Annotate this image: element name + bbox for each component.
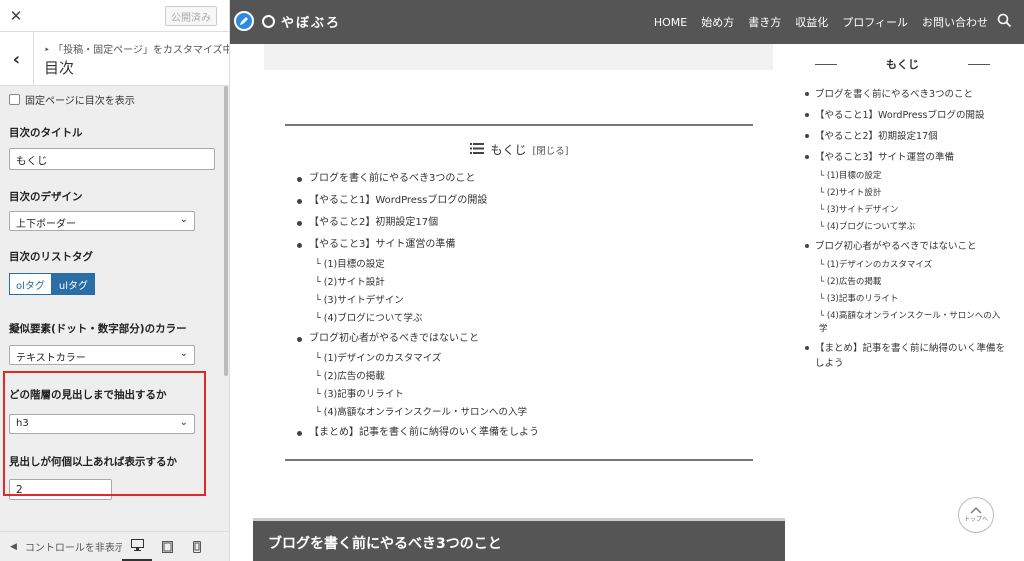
toc-subitem[interactable]: └ (4)ブログについて学ぶ	[315, 310, 539, 328]
toc-subitem[interactable]: └ (3)サイトデザイン	[315, 292, 539, 310]
site-header: やぼぶろ HOME 始め方 書き方 収益化 プロフィール お問い合わせ	[230, 0, 1024, 44]
sidebar-toc-item[interactable]: ブログ初心者がやるべきではないこと └ (1)デザインのカスタマイズ └ (2)…	[805, 236, 1007, 338]
sidebar-toc-item[interactable]: 【やること2】初期設定17個	[805, 126, 1007, 147]
toc-item[interactable]: 【やること1】WordPressブログの開設	[297, 190, 539, 212]
toc-design-label: 目次のデザイン	[9, 191, 83, 203]
toc-subitem[interactable]: └ (2)広告の掲載	[315, 368, 539, 386]
toc-title-label: 目次のタイトル	[9, 127, 83, 139]
show-on-pages-row[interactable]: 固定ページに目次を表示	[9, 89, 215, 109]
nav-writing[interactable]: 書き方	[748, 14, 781, 30]
customizer-top-bar: ✕ 公開済み	[0, 0, 229, 32]
ol-tag-button[interactable]: olタグ	[9, 273, 52, 295]
toc-item[interactable]: 【やること3】サイト運営の準備 └ (1)目標の設定 └ (2)サイト設計 └ …	[297, 234, 539, 328]
sidebar-toc-list: ブログを書く前にやるべき3つのこと 【やること1】WordPressブログの開設…	[805, 84, 1007, 374]
sidebar-toc-item[interactable]: 【まとめ】記事を書く前に納得のいく準備をしよう	[805, 338, 1007, 374]
logo-mark-icon	[262, 15, 275, 28]
toc-subitem[interactable]: └ (1)目標の設定	[315, 256, 539, 274]
site-logo[interactable]: やぼぶろ	[262, 12, 341, 31]
customizer-panel: ✕ 公開済み ‹ ‣ 「投稿・固定ページ」をカスタマイズ中 目次 固定ページに目…	[0, 0, 230, 561]
nav-monetization[interactable]: 収益化	[795, 14, 828, 30]
highlight-box	[3, 371, 206, 496]
panel-scrollbar[interactable]	[224, 86, 228, 376]
customizer-footer: ◀ コントロールを非表示	[0, 531, 229, 561]
sidebar-toc-sublist: └ (1)デザインのカスタマイズ └ (2)広告の掲載 └ (3)記事のリライト…	[815, 257, 1007, 338]
sidebar-toc-item[interactable]: 【やること3】サイト運営の準備 └ (1)目標の設定 └ (2)サイト設計 └ …	[805, 147, 1007, 236]
sidebar-toc-subitem[interactable]: └ (2)広告の掲載	[819, 274, 1007, 291]
section-header: ‹ ‣ 「投稿・固定ページ」をカスタマイズ中 目次	[0, 32, 229, 86]
hide-controls-button[interactable]: ◀ コントロールを非表示	[0, 539, 122, 555]
sidebar-toc-title: もくじ	[886, 58, 919, 71]
list-tag-toggle: olタグ ulタグ	[9, 273, 215, 295]
toc-subitem[interactable]: └ (3)記事のリライト	[315, 386, 539, 404]
sidebar-toc-subitem[interactable]: └ (2)サイト設計	[819, 185, 1007, 202]
chevron-down-icon: ⌄	[179, 348, 188, 359]
toc-header: もくじ [閉じる]	[285, 141, 753, 158]
show-on-pages-checkbox[interactable]	[9, 93, 20, 105]
pseudo-color-value: テキストカラー	[16, 353, 86, 364]
divider	[968, 63, 990, 65]
toc-subitem[interactable]: └ (2)サイト設計	[315, 274, 539, 292]
sidebar-toc-subitem[interactable]: └ (3)記事のリライト	[819, 291, 1007, 308]
close-icon[interactable]: ✕	[0, 0, 32, 32]
list-tag-label: 目次のリストタグ	[9, 251, 93, 263]
list-icon	[469, 142, 484, 157]
chevron-up-icon	[970, 507, 982, 514]
toc-sublist: └ (1)デザインのカスタマイズ └ (2)広告の掲載 └ (3)記事のリライト…	[309, 350, 539, 422]
ul-tag-button[interactable]: ulタグ	[51, 273, 96, 295]
sidebar-toc-subitem[interactable]: └ (1)デザインのカスタマイズ	[819, 257, 1007, 274]
nav-profile[interactable]: プロフィール	[842, 14, 908, 30]
show-on-pages-label: 固定ページに目次を表示	[25, 95, 135, 107]
toc-title-input[interactable]: もくじ	[9, 148, 215, 170]
pseudo-color-select[interactable]: テキストカラー ⌄	[9, 345, 195, 365]
sidebar-toc-subitem[interactable]: └ (3)サイトデザイン	[819, 202, 1007, 219]
edit-pencil-icon[interactable]	[234, 11, 254, 31]
toc-design-value: 上下ボーダー	[16, 219, 76, 230]
nav-contact[interactable]: お問い合わせ	[922, 14, 988, 30]
main-nav: HOME 始め方 書き方 収益化 プロフィール お問い合わせ	[640, 0, 988, 44]
sidebar-toc-sublist: └ (1)目標の設定 └ (2)サイト設計 └ (3)サイトデザイン └ (4)…	[815, 168, 1007, 236]
chevron-down-icon: ⌄	[179, 214, 188, 225]
collapse-icon: ◀	[10, 541, 17, 552]
breadcrumb: ‣ 「投稿・固定ページ」をカスタマイズ中	[44, 41, 230, 56]
desktop-preview-icon[interactable]	[122, 532, 152, 561]
nav-getting-started[interactable]: 始め方	[701, 14, 734, 30]
divider	[815, 63, 837, 65]
hide-controls-label: コントロールを非表示	[24, 543, 122, 554]
sidebar-toc-item[interactable]: ブログを書く前にやるべき3つのこと	[805, 84, 1007, 105]
sidebar-toc-header: もくじ	[815, 56, 990, 72]
toc-item[interactable]: ブログ初心者がやるべきではないこと └ (1)デザインのカスタマイズ └ (2)…	[297, 328, 539, 422]
sidebar-toc-subitem[interactable]: └ (4)高額なオンラインスクール・サロンへの入学	[819, 308, 1007, 338]
pseudo-color-label: 擬似要素(ドット・数字部分)のカラー	[9, 323, 187, 335]
sidebar-toc-item[interactable]: 【やること1】WordPressブログの開設	[805, 105, 1007, 126]
toc-item[interactable]: ブログを書く前にやるべき3つのこと	[297, 168, 539, 190]
toc-list: ブログを書く前にやるべき3つのこと 【やること1】WordPressブログの開設…	[297, 168, 539, 444]
toc-item[interactable]: 【まとめ】記事を書く前に納得のいく準備をしよう	[297, 422, 539, 444]
toc-close-link[interactable]: [閉じる]	[533, 143, 569, 157]
back-chevron-icon[interactable]: ‹	[0, 32, 34, 86]
back-to-top-button[interactable]: トップへ	[958, 497, 994, 533]
toc-bottom-border	[285, 459, 753, 461]
toc-sublist: └ (1)目標の設定 └ (2)サイト設計 └ (3)サイトデザイン └ (4)…	[309, 256, 539, 328]
sidebar-toc-subitem[interactable]: └ (4)ブログについて学ぶ	[819, 219, 1007, 236]
toc-title: もくじ	[490, 143, 527, 157]
toc-subitem[interactable]: └ (1)デザインのカスタマイズ	[315, 350, 539, 368]
toc-subitem[interactable]: └ (4)高額なオンラインスクール・サロンへの入学	[315, 404, 539, 422]
section-heading: ブログを書く前にやるべき3つのこと	[253, 518, 785, 561]
logo-text: やぼぶろ	[281, 16, 342, 31]
toc-top-border	[285, 124, 753, 126]
mobile-preview-icon[interactable]	[182, 532, 212, 561]
section-title: 目次	[44, 59, 75, 77]
toc-item[interactable]: 【やること2】初期設定17個	[297, 212, 539, 234]
breadcrumb-text: 「投稿・固定ページ」をカスタマイズ中	[53, 45, 230, 56]
search-icon[interactable]	[997, 13, 1012, 32]
content-top-block	[264, 44, 773, 70]
tablet-preview-icon[interactable]	[152, 532, 182, 561]
publish-button[interactable]: 公開済み	[165, 6, 217, 26]
nav-home[interactable]: HOME	[654, 16, 687, 29]
toc-design-select[interactable]: 上下ボーダー ⌄	[9, 211, 195, 231]
back-to-top-label: トップへ	[963, 516, 988, 523]
sidebar-toc-subitem[interactable]: └ (1)目標の設定	[819, 168, 1007, 185]
